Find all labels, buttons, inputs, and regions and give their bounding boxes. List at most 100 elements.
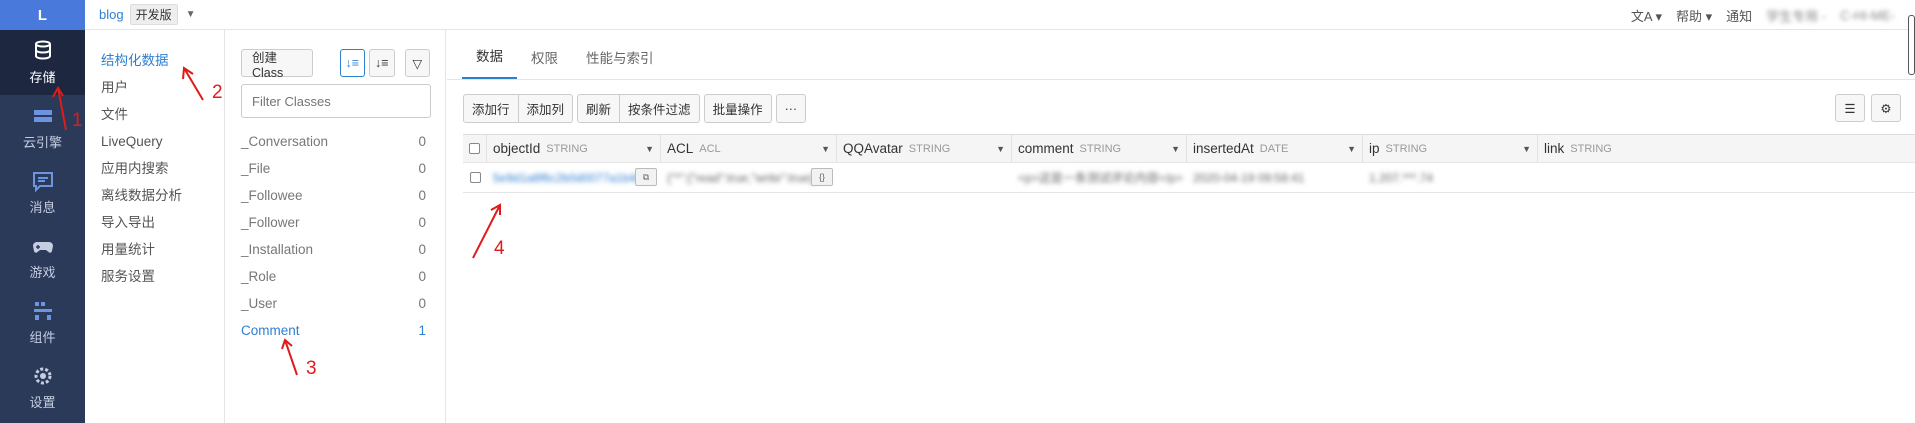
tab-permissions[interactable]: 权限 (517, 47, 572, 79)
class-item[interactable]: _File 0 (241, 155, 430, 182)
select-all-cell (463, 135, 487, 162)
notify-link[interactable]: 通知 (1726, 6, 1752, 25)
cell-acl[interactable]: {"*":{"read":true,"write":true}}{} (661, 163, 837, 192)
class-toolbar: 创建 Class ↓≡ ↓≡ ▽ (241, 48, 430, 80)
submenu-usage-stats[interactable]: 用量统计 (85, 239, 224, 266)
add-row-button[interactable]: 添加行 (463, 94, 519, 123)
submenu-app-search[interactable]: 应用内搜索 (85, 158, 224, 185)
user-menu[interactable]: C-HI-ME- (1840, 8, 1895, 23)
column-header-insertedat[interactable]: insertedAt DATE ▼ (1187, 135, 1363, 162)
app-logo[interactable]: L (0, 0, 85, 30)
class-item[interactable]: _Followee 0 (241, 182, 430, 209)
column-header-objectid[interactable]: objectId STRING ▼ (487, 135, 661, 162)
row-select-cell (463, 163, 487, 192)
class-item[interactable]: _Installation 0 (241, 236, 430, 263)
class-panel: 创建 Class ↓≡ ↓≡ ▽ _Conversation 0 _File 0 _… (226, 30, 446, 423)
filter-classes-input[interactable] (241, 84, 431, 118)
create-class-button[interactable]: 创建 Class (241, 49, 314, 80)
cell-qqavatar[interactable] (837, 163, 1012, 192)
chevron-down-icon[interactable]: ▼ (645, 144, 654, 154)
column-header-ip[interactable]: ip STRING ▼ (1363, 135, 1538, 162)
edit-json-icon[interactable]: {} (811, 168, 833, 186)
gamepad-icon (32, 242, 53, 253)
nav-settings[interactable]: 设置 (0, 355, 85, 420)
column-header-comment[interactable]: comment STRING ▼ (1012, 135, 1187, 162)
chevron-down-icon[interactable]: ▼ (1347, 144, 1356, 154)
copy-icon[interactable]: ⧉ (635, 168, 657, 186)
column-name: ip (1369, 141, 1380, 156)
nav-components[interactable]: 组件 (0, 290, 85, 355)
cell-comment[interactable]: <p>这是一条测试评论内容</p> (1012, 163, 1187, 192)
column-header-qqavatar[interactable]: QQAvatar STRING ▼ (837, 135, 1012, 162)
refresh-button[interactable]: 刷新 (577, 94, 621, 123)
chevron-down-icon[interactable]: ▼ (1522, 144, 1531, 154)
nav-settings-label: 设置 (29, 395, 56, 410)
storage-submenu: 结构化数据 用户 文件 LiveQuery 应用内搜索 离线数据分析 导入导出 … (85, 30, 225, 423)
chevron-down-icon[interactable]: ▼ (1171, 144, 1180, 154)
batch-ops-button[interactable]: 批量操作 (703, 94, 772, 123)
data-table: objectId STRING ▼ ACL ACL ▼ QQAvatar STRING ▼ … (463, 134, 1915, 193)
gear-icon[interactable]: ⚙ (1871, 94, 1901, 122)
class-item-comment[interactable]: Comment 1 (241, 317, 430, 344)
data-panel: 数据 权限 性能与索引 添加行 添加列 刷新 按条件过滤 批量操作 ··· ☰ … (447, 30, 1915, 423)
class-name: _Conversation (241, 134, 329, 149)
objectid-value[interactable]: 5e9d1a8f6c2b0d0077a1b4e2 (493, 171, 649, 185)
more-button[interactable]: ··· (775, 94, 807, 123)
class-count: 0 (418, 134, 426, 149)
help-menu[interactable]: 帮助 ▾ (1676, 6, 1712, 25)
column-header-acl[interactable]: ACL ACL ▼ (661, 135, 837, 162)
table-row[interactable]: 5e9d1a8f6c2b0d0077a1b4e2 ⧉ {"*":{"read":t… (463, 163, 1915, 193)
top-right-tools: 文A ▾ 帮助 ▾ 通知 学生专用 - C-HI-ME- (1631, 0, 1895, 30)
column-name: ACL (667, 141, 694, 156)
sort-asc-icon[interactable]: ↓≡ (339, 49, 366, 77)
class-name: _Follower (241, 215, 300, 230)
tab-performance-index[interactable]: 性能与索引 (572, 47, 668, 79)
translate-icon[interactable]: 文A ▾ (1631, 6, 1662, 25)
submenu-service-settings[interactable]: 服务设置 (85, 266, 224, 293)
acl-value: {"*":{"read":true,"write":true}} (667, 170, 818, 185)
filter-icon[interactable]: ▽ (404, 49, 430, 77)
cell-objectid[interactable]: 5e9d1a8f6c2b0d0077a1b4e2 ⧉ (487, 163, 661, 192)
nav-storage[interactable]: 存储 (0, 30, 85, 95)
app-name[interactable]: blog (99, 7, 124, 22)
annotation-label-3: 3 (306, 358, 317, 379)
class-list: _Conversation 0 _File 0 _Followee 0 _Follow… (241, 128, 430, 344)
tab-data[interactable]: 数据 (462, 45, 517, 79)
nav-components-label: 组件 (29, 330, 56, 345)
submenu-livequery[interactable]: LiveQuery (85, 131, 224, 158)
submenu-files[interactable]: 文件 (85, 104, 224, 131)
class-item[interactable]: _Role 0 (241, 263, 430, 290)
submenu-structured-data[interactable]: 结构化数据 (85, 50, 224, 77)
class-item[interactable]: _Conversation 0 (241, 128, 430, 155)
column-type: STRING (908, 142, 951, 155)
column-settings-icon[interactable]: ☰ (1835, 94, 1865, 122)
column-type: STRING (1385, 142, 1428, 155)
annotation-label-2: 2 (212, 82, 223, 103)
column-name: objectId (493, 141, 541, 156)
chevron-down-icon[interactable]: ▼ (821, 144, 830, 154)
conditional-filter-button[interactable]: 按条件过滤 (620, 94, 700, 123)
class-count: 0 (418, 188, 426, 203)
cell-ip[interactable]: 1.207.***.74 (1363, 163, 1538, 192)
nav-games[interactable]: 游戏 (0, 225, 85, 290)
cell-link[interactable] (1538, 163, 1678, 192)
row-checkbox[interactable] (469, 172, 481, 183)
select-all-checkbox[interactable] (469, 143, 480, 154)
nav-games-label: 游戏 (29, 265, 56, 280)
org-switcher[interactable]: 学生专用 - (1766, 6, 1826, 25)
submenu-import-export[interactable]: 导入导出 (85, 212, 224, 239)
sort-desc-icon[interactable]: ↓≡ (369, 49, 395, 77)
class-item[interactable]: _Follower 0 (241, 209, 430, 236)
class-count: 0 (418, 269, 426, 284)
nav-cloud-engine-label: 云引擎 (22, 135, 62, 150)
class-item[interactable]: _User 0 (241, 290, 430, 317)
column-header-link[interactable]: link STRING (1538, 135, 1678, 162)
nav-messages[interactable]: 消息 (0, 160, 85, 225)
add-column-button[interactable]: 添加列 (518, 94, 574, 123)
cell-insertedat[interactable]: 2020-04-19 09:58:41 (1187, 163, 1363, 192)
nav-messages-label: 消息 (29, 200, 56, 215)
submenu-offline-analysis[interactable]: 离线数据分析 (85, 185, 224, 212)
chevron-down-icon[interactable]: ▼ (996, 144, 1005, 154)
submenu-users[interactable]: 用户 (85, 77, 224, 104)
app-switch-chevron-icon[interactable]: ▼ (186, 9, 196, 20)
